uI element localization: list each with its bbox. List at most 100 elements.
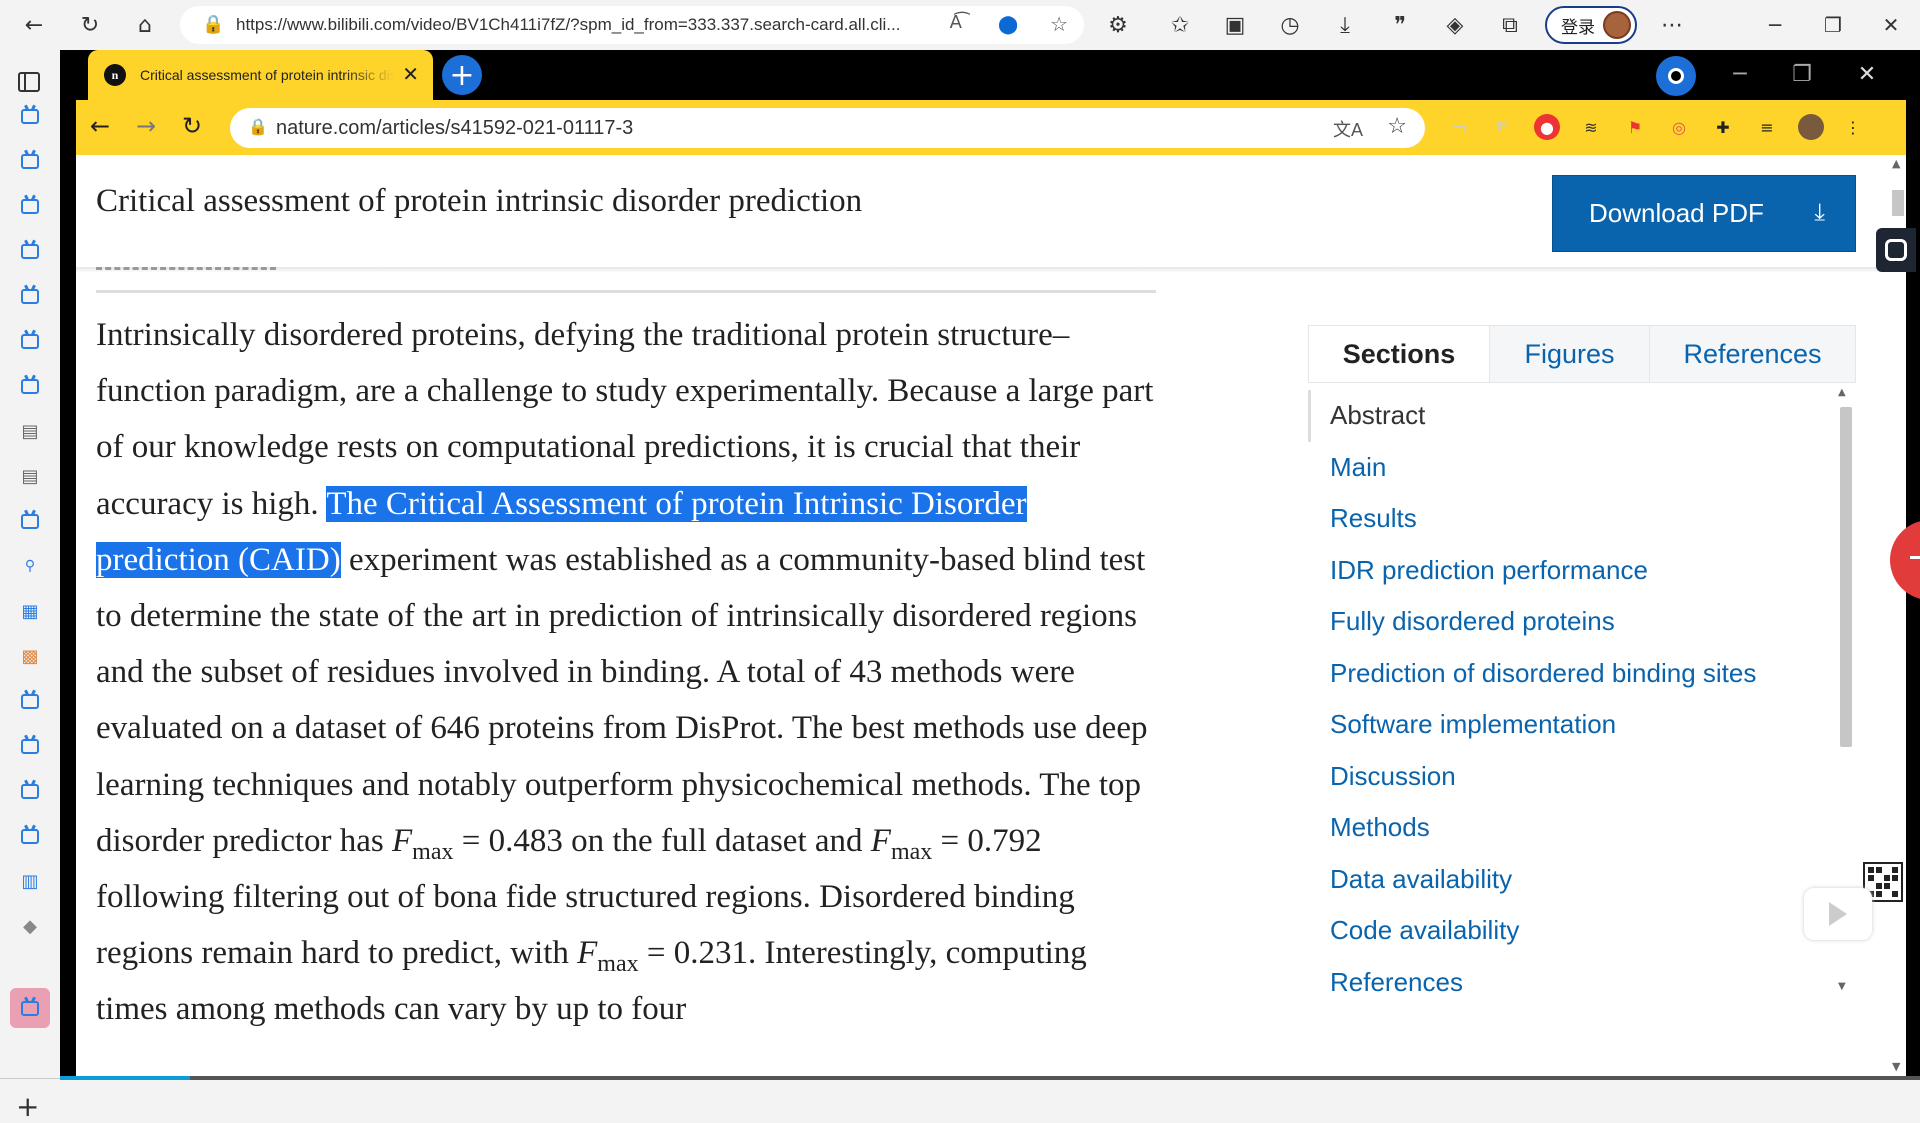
page-scrollbar[interactable]: ▲ ▼ xyxy=(1888,155,1906,1080)
bilibili-tab-icon[interactable] xyxy=(18,824,42,848)
bilibili-tab-icon[interactable] xyxy=(18,149,42,173)
section-link-discussion[interactable]: Discussion xyxy=(1330,761,1456,792)
section-link-main[interactable]: Main xyxy=(1330,452,1386,483)
chrome-tab[interactable]: n Critical assessment of protein intrins… xyxy=(88,50,433,100)
copilot-icon[interactable]: ◈ xyxy=(1435,5,1475,45)
screenshot-icon[interactable]: ⧉ xyxy=(1490,5,1530,45)
bilibili-tab-icon[interactable] xyxy=(18,779,42,803)
scroll-up-icon[interactable]: ▲ xyxy=(1892,157,1900,170)
fmax-subscript: max xyxy=(597,951,639,978)
notes-tab-icon[interactable]: ▦ xyxy=(18,599,42,623)
section-link-prediction-of-disordered-binding-sites[interactable]: Prediction of disordered binding sites xyxy=(1330,658,1756,689)
extension-red-icon[interactable]: ● xyxy=(1534,114,1560,140)
image-tab-icon[interactable]: ▥ xyxy=(18,869,42,893)
home-icon[interactable]: ⌂ xyxy=(125,5,165,45)
favorite-star-icon[interactable]: ☆ xyxy=(1050,12,1068,36)
section-link-code-availability[interactable]: Code availability xyxy=(1330,915,1519,946)
translate-icon[interactable]: 文A xyxy=(1333,116,1363,142)
bilibili-tab-icon[interactable] xyxy=(18,689,42,713)
download-pdf-label: Download PDF xyxy=(1589,198,1764,228)
tab-close-icon[interactable]: ✕ xyxy=(402,62,419,86)
collections-icon[interactable]: ▣ xyxy=(1215,5,1255,45)
read-aloud-icon[interactable]: A͡ xyxy=(950,12,962,33)
chrome-restore-icon[interactable]: ❐ xyxy=(1777,56,1827,92)
section-link-results[interactable]: Results xyxy=(1330,503,1417,534)
extensions-icon[interactable]: ⚙ xyxy=(1098,5,1138,45)
section-link-abstract[interactable]: Abstract xyxy=(1330,400,1425,431)
section-link-fully-disordered-proteins[interactable]: Fully disordered proteins xyxy=(1330,606,1615,637)
fmax-subscript: max xyxy=(412,838,454,865)
refresh-icon[interactable]: ↻ xyxy=(70,5,110,45)
abstract-part: = 0.483 on the full dataset and xyxy=(453,822,871,859)
favorites-icon[interactable]: ✩ xyxy=(1160,5,1200,45)
active-bilibili-tab-icon[interactable] xyxy=(10,988,50,1028)
video-frame[interactable]: n Critical assessment of protein intrins… xyxy=(60,50,1920,1080)
chrome-minimize-icon[interactable]: ─ xyxy=(1715,56,1765,92)
bilibili-tab-icon[interactable] xyxy=(18,104,42,128)
chrome-close-icon[interactable]: ✕ xyxy=(1842,56,1892,92)
reading-list-icon[interactable]: ≡ xyxy=(1754,114,1780,140)
bilibili-tab-icon[interactable] xyxy=(18,329,42,353)
reload-icon[interactable]: ↻ xyxy=(182,112,202,140)
downloads-icon[interactable]: ⤓ xyxy=(1325,5,1365,45)
ai-assistant-icon[interactable] xyxy=(1876,228,1916,272)
tab-references[interactable]: References xyxy=(1649,326,1855,382)
scroll-down-icon[interactable]: ▼ xyxy=(1892,1060,1900,1073)
new-tab-plus-icon[interactable]: + xyxy=(16,1090,39,1123)
bilibili-tab-icon[interactable] xyxy=(18,284,42,308)
abstract-text[interactable]: Intrinsically disordered proteins, defyi… xyxy=(96,307,1156,1038)
extension-icon[interactable]: ⬤ xyxy=(998,14,1026,36)
section-link-data-availability[interactable]: Data availability xyxy=(1330,864,1512,895)
forward-icon[interactable]: → xyxy=(136,112,156,140)
download-pdf-button[interactable]: Download PDF ⤓ xyxy=(1552,175,1856,252)
section-link-idr-prediction-performance[interactable]: IDR prediction performance xyxy=(1330,555,1648,586)
tab-sections[interactable]: Sections xyxy=(1309,326,1489,382)
edge-address-bar[interactable]: 🔒 https://www.bilibili.com/video/BV1Ch41… xyxy=(180,6,1084,44)
extension-copy-icon[interactable]: ⧉ xyxy=(1490,114,1516,140)
bilibili-tab-icon[interactable] xyxy=(18,194,42,218)
login-button[interactable]: 登录 xyxy=(1545,6,1637,44)
more-icon[interactable]: ⋯ xyxy=(1652,5,1692,45)
bookmark-star-icon[interactable]: ☆ xyxy=(1387,114,1407,139)
scroll-down-icon[interactable]: ▼ xyxy=(1838,981,1846,992)
video-progress-bar[interactable] xyxy=(60,1076,1920,1080)
back-icon[interactable]: ← xyxy=(14,5,54,45)
section-link-software-implementation[interactable]: Software implementation xyxy=(1330,709,1616,740)
bilibili-tab-icon[interactable] xyxy=(18,239,42,263)
quote-icon[interactable]: ❞ xyxy=(1380,5,1420,45)
document-tab-icon[interactable]: ▤ xyxy=(18,464,42,488)
section-link-references[interactable]: References xyxy=(1330,967,1463,998)
layer-tab-icon[interactable]: ◆ xyxy=(18,914,42,938)
extension-circle-icon[interactable]: ◎ xyxy=(1666,114,1692,140)
chrome-address-bar[interactable]: 🔒 nature.com/articles/s41592-021-01117-3… xyxy=(230,108,1425,148)
search-tab-icon[interactable]: ⚲ xyxy=(18,554,42,578)
scroll-up-icon[interactable]: ▲ xyxy=(1838,387,1846,398)
chrome-profile-icon[interactable] xyxy=(1656,56,1696,96)
profile-avatar-icon[interactable] xyxy=(1798,114,1824,140)
avatar xyxy=(1603,11,1631,39)
bilibili-tab-icon[interactable] xyxy=(18,374,42,398)
history-icon[interactable]: ◷ xyxy=(1270,5,1310,45)
extension-doc-icon[interactable]: ▭ xyxy=(1446,114,1472,140)
extensions-puzzle-icon[interactable]: ✚ xyxy=(1710,114,1736,140)
new-tab-plus-icon[interactable]: + xyxy=(442,55,482,95)
chrome-menu-icon[interactable]: ⋮ xyxy=(1840,114,1866,140)
extension-bookmark-icon[interactable]: ≋ xyxy=(1578,114,1604,140)
section-link-methods[interactable]: Methods xyxy=(1330,812,1430,843)
vertical-tabs-icon[interactable] xyxy=(18,72,40,92)
microsoft-tab-icon[interactable]: ▩ xyxy=(18,644,42,668)
tab-figures[interactable]: Figures xyxy=(1489,326,1649,382)
abstract-part: experiment was established as a communit… xyxy=(96,541,1148,859)
bilibili-tab-icon[interactable] xyxy=(18,509,42,533)
back-icon[interactable]: ← xyxy=(90,112,110,140)
restore-icon[interactable]: ❐ xyxy=(1810,8,1856,42)
extension-flag-icon[interactable]: ⚑ xyxy=(1622,114,1648,140)
close-icon[interactable]: ✕ xyxy=(1868,8,1914,42)
login-label: 登录 xyxy=(1561,17,1595,37)
page-scroll-thumb[interactable] xyxy=(1892,190,1904,216)
document-tab-icon[interactable]: ▤ xyxy=(18,419,42,443)
bilibili-tab-icon[interactable] xyxy=(18,734,42,758)
play-button[interactable] xyxy=(1804,888,1872,940)
minimize-icon[interactable]: ─ xyxy=(1752,8,1798,42)
scroll-thumb[interactable] xyxy=(1840,407,1852,747)
